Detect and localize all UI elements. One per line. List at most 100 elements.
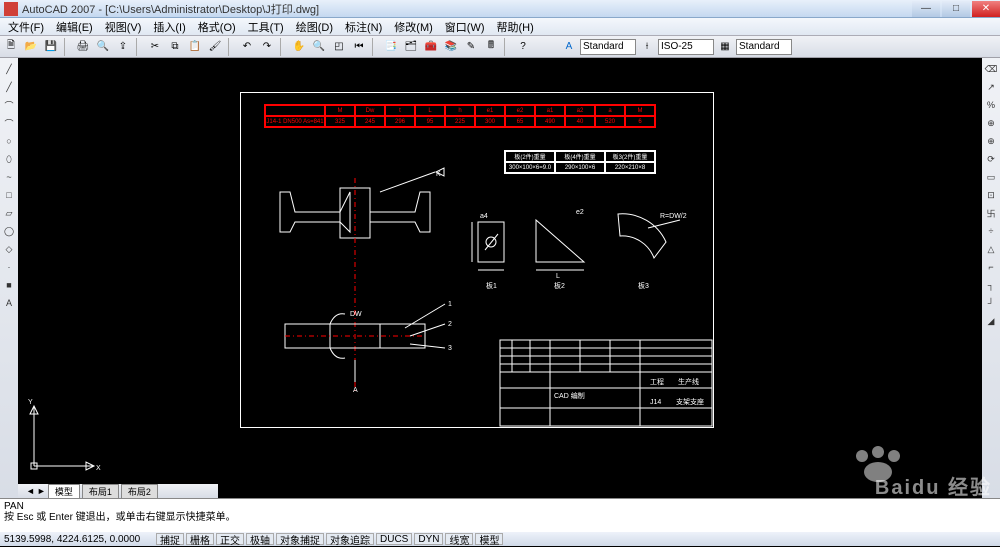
command-line[interactable]: PAN 按 Esc 或 Enter 键退出，或单击右键显示快捷菜单。 <box>0 498 1000 532</box>
tab-model[interactable]: 模型 <box>48 484 80 499</box>
status-coords: 5139.5998, 4224.6125, 0.0000 <box>4 534 154 545</box>
print-icon[interactable]: 🖨 <box>74 38 92 56</box>
help-icon[interactable]: ? <box>514 38 532 56</box>
menu-help[interactable]: 帮助(H) <box>491 19 540 35</box>
tab-layout2[interactable]: 布局2 <box>121 484 158 499</box>
menu-view[interactable]: 视图(V) <box>99 19 148 35</box>
point-icon[interactable]: · <box>2 260 16 274</box>
zoomprev-icon[interactable]: ⏮ <box>350 38 368 56</box>
rotate-icon[interactable]: ▭ <box>984 170 998 184</box>
rect-icon[interactable]: ○ <box>2 134 16 148</box>
menu-window[interactable]: 窗口(W) <box>439 19 491 35</box>
block-icon[interactable]: ◇ <box>2 242 16 256</box>
ellipse-icon[interactable]: ◯ <box>2 224 16 238</box>
zoomwin-icon[interactable]: ◰ <box>330 38 348 56</box>
explode-icon[interactable]: ◢ <box>984 314 998 328</box>
svg-text:R=DW/2: R=DW/2 <box>660 213 687 220</box>
undo-icon[interactable]: ↶ <box>238 38 256 56</box>
status-osnap[interactable]: 对象捕捉 <box>276 533 324 545</box>
arc-icon[interactable]: ⬯ <box>2 152 16 166</box>
modify-toolbar: ⌫ ↗ % ⊕ ⊕ ⟳ ▭ ⊡ 卐 ÷ △ ⌐ ┐ ┘ ◢ <box>982 58 1000 498</box>
preview-icon[interactable]: 🔍 <box>94 38 112 56</box>
zoom-icon[interactable]: 🔍 <box>310 38 328 56</box>
status-dyn[interactable]: DYN <box>414 533 443 545</box>
textstyle-icon[interactable]: A <box>560 38 578 56</box>
status-ducs[interactable]: DUCS <box>376 533 412 545</box>
status-snap[interactable]: 捕捉 <box>156 533 184 545</box>
maximize-button[interactable]: □ <box>942 1 970 17</box>
close-button[interactable]: ✕ <box>972 1 1000 17</box>
circle-icon[interactable]: ~ <box>2 170 16 184</box>
standard-toolbar: 🗎 📂 💾 🖨 🔍 ⇪ ✂ ⧉ 📋 🖌 ↶ ↷ ✋ 🔍 ◰ ⏮ 📑 🗂 🧰 📚 … <box>0 36 1000 58</box>
chamfer-icon[interactable]: ┐ <box>984 278 998 292</box>
status-lwt[interactable]: 线宽 <box>445 533 473 545</box>
stretch-icon[interactable]: 卐 <box>984 206 998 220</box>
menu-edit[interactable]: 编辑(E) <box>50 19 99 35</box>
textstyle-select[interactable]: Standard <box>580 39 636 55</box>
cut-icon[interactable]: ✂ <box>146 38 164 56</box>
extend-icon[interactable]: △ <box>984 242 998 256</box>
menu-format[interactable]: 格式(O) <box>192 19 242 35</box>
layout-tabs: ◄ ► 模型 布局1 布局2 <box>18 484 218 498</box>
polygon-icon[interactable]: ⌒ <box>2 116 16 130</box>
redo-icon[interactable]: ↷ <box>258 38 276 56</box>
svg-text:DW: DW <box>350 311 362 318</box>
svg-text:支架支座: 支架支座 <box>676 397 704 406</box>
tp-icon[interactable]: 🧰 <box>422 38 440 56</box>
paste-icon[interactable]: 📋 <box>186 38 204 56</box>
spline-icon[interactable]: ▱ <box>2 206 16 220</box>
open-icon[interactable]: 📂 <box>22 38 40 56</box>
line-icon[interactable]: ╱ <box>2 62 16 76</box>
svg-text:板1: 板1 <box>486 281 497 290</box>
new-icon[interactable]: 🗎 <box>2 38 20 56</box>
ssm-icon[interactable]: 📚 <box>442 38 460 56</box>
qcalc-icon[interactable]: 🖩 <box>482 38 500 56</box>
tab-layout1[interactable]: 布局1 <box>82 484 119 499</box>
menu-insert[interactable]: 插入(I) <box>147 19 191 35</box>
erase-icon[interactable]: ⌫ <box>984 62 998 76</box>
menu-draw[interactable]: 绘图(D) <box>290 19 339 35</box>
svg-text:J14: J14 <box>650 399 661 406</box>
props-icon[interactable]: 📑 <box>382 38 400 56</box>
status-ortho[interactable]: 正交 <box>216 533 244 545</box>
save-icon[interactable]: 💾 <box>42 38 60 56</box>
tab-nav-right[interactable]: ► <box>37 486 46 496</box>
scale-icon[interactable]: ⊡ <box>984 188 998 202</box>
hatch-icon[interactable]: ■ <box>2 278 16 292</box>
revcloud-icon[interactable]: □ <box>2 188 16 202</box>
status-polar[interactable]: 极轴 <box>246 533 274 545</box>
copy2-icon[interactable]: ↗ <box>984 80 998 94</box>
xline-icon[interactable]: ╱ <box>2 80 16 94</box>
cmd-history-line: PAN <box>4 501 996 512</box>
status-otrack[interactable]: 对象追踪 <box>326 533 374 545</box>
menu-tools[interactable]: 工具(T) <box>242 19 290 35</box>
tab-nav-left[interactable]: ◄ <box>26 486 35 496</box>
minimize-button[interactable]: — <box>912 1 940 17</box>
markup-icon[interactable]: ✎ <box>462 38 480 56</box>
dimstyle-icon[interactable]: ⟊ <box>638 38 656 56</box>
publish-icon[interactable]: ⇪ <box>114 38 132 56</box>
dc-icon[interactable]: 🗂 <box>402 38 420 56</box>
svg-text:e2: e2 <box>576 209 584 216</box>
tablestyle-select[interactable]: Standard <box>736 39 792 55</box>
offset-icon[interactable]: ⊕ <box>984 116 998 130</box>
status-grid[interactable]: 栅格 <box>186 533 214 545</box>
pline-icon[interactable]: ⌒ <box>2 98 16 112</box>
array-icon[interactable]: ⊕ <box>984 134 998 148</box>
menu-dim[interactable]: 标注(N) <box>339 19 388 35</box>
pan-icon[interactable]: ✋ <box>290 38 308 56</box>
menu-modify[interactable]: 修改(M) <box>388 19 439 35</box>
fillet-icon[interactable]: ┘ <box>984 296 998 310</box>
text-icon[interactable]: A <box>2 296 16 310</box>
tablestyle-icon[interactable]: ▦ <box>716 38 734 56</box>
move-icon[interactable]: ⟳ <box>984 152 998 166</box>
mirror-icon[interactable]: % <box>984 98 998 112</box>
svg-text:工程: 工程 <box>650 377 664 386</box>
menu-file[interactable]: 文件(F) <box>2 19 50 35</box>
dimstyle-select[interactable]: ISO-25 <box>658 39 714 55</box>
status-model[interactable]: 模型 <box>475 533 503 545</box>
copy-icon[interactable]: ⧉ <box>166 38 184 56</box>
break-icon[interactable]: ⌐ <box>984 260 998 274</box>
trim-icon[interactable]: ÷ <box>984 224 998 238</box>
match-icon[interactable]: 🖌 <box>206 38 224 56</box>
